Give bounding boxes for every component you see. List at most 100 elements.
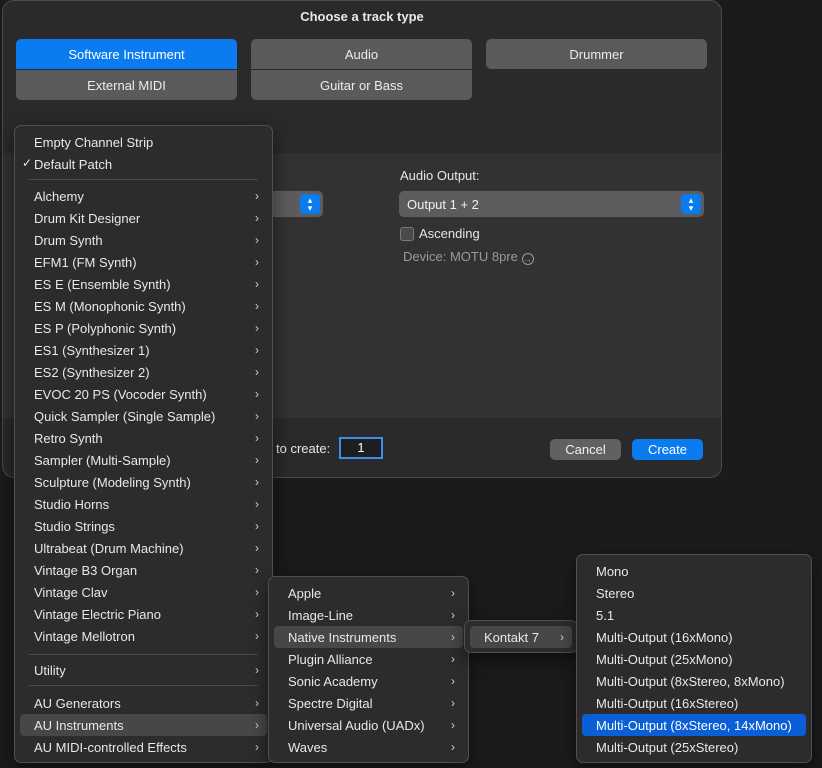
menu-item-label: Sonic Academy — [288, 673, 378, 689]
chevron-right-icon: › — [451, 608, 455, 622]
chevron-right-icon: › — [255, 663, 259, 677]
vendor-menu-item[interactable]: Universal Audio (UADx) › — [274, 714, 463, 736]
menu-item-label: Native Instruments — [288, 629, 397, 645]
instrument-menu-item[interactable]: ES P (Polyphonic Synth) › — [20, 317, 267, 339]
menu-item-kontakt-7[interactable]: Kontakt 7 › — [470, 626, 572, 648]
menu-item-label: Default Patch — [34, 156, 113, 172]
output-menu-item[interactable]: Multi-Output (8xStereo, 14xMono) — [582, 714, 806, 736]
instrument-menu-item[interactable]: Studio Horns › — [20, 493, 267, 515]
instrument-menu-item[interactable]: Vintage B3 Organ › — [20, 559, 267, 581]
vendor-menu-item[interactable]: Plugin Alliance › — [274, 648, 463, 670]
menu-item-label: Multi-Output (25xMono) — [596, 651, 733, 667]
menu-item-label: 5.1 — [596, 607, 615, 623]
guitar-bass-button[interactable]: Guitar or Bass — [251, 70, 472, 100]
instrument-menu-item[interactable]: ES E (Ensemble Synth) › — [20, 273, 267, 295]
chevron-right-icon: › — [255, 189, 259, 203]
chevron-right-icon: › — [255, 277, 259, 291]
menu-item-label: Ultrabeat (Drum Machine) — [34, 540, 184, 556]
chevron-right-icon: › — [255, 519, 259, 533]
instrument-menu-item[interactable]: Retro Synth › — [20, 427, 267, 449]
instrument-menu-item[interactable]: EFM1 (FM Synth) › — [20, 251, 267, 273]
vendor-menu-item[interactable]: Spectre Digital › — [274, 692, 463, 714]
output-menu-item[interactable]: Multi-Output (16xMono) — [582, 626, 806, 648]
vendor-menu-item[interactable]: Image-Line › — [274, 604, 463, 626]
audio-output-popup[interactable]: Output 1 + 2 ▴ ▾ — [399, 191, 704, 217]
chevron-right-icon: › — [255, 475, 259, 489]
output-menu-item[interactable]: Multi-Output (8xStereo, 8xMono) — [582, 670, 806, 692]
chevron-right-icon: › — [255, 299, 259, 313]
instrument-menu-item[interactable]: ES1 (Synthesizer 1) › — [20, 339, 267, 361]
menu-item-label: ES M (Monophonic Synth) — [34, 298, 186, 314]
instrument-menu-item[interactable]: EVOC 20 PS (Vocoder Synth) › — [20, 383, 267, 405]
chevron-right-icon: › — [255, 255, 259, 269]
chevron-right-icon: › — [255, 696, 259, 710]
drummer-button[interactable]: Drummer — [486, 39, 707, 69]
vendor-menu-item[interactable]: Native Instruments › — [274, 626, 463, 648]
output-menu-item[interactable]: Multi-Output (25xMono) — [582, 648, 806, 670]
menu-item-empty-channel-strip[interactable]: Empty Channel Strip — [20, 131, 267, 153]
instrument-menu-item[interactable]: Drum Kit Designer › — [20, 207, 267, 229]
output-menu-item[interactable]: Mono — [582, 560, 806, 582]
instrument-menu-item[interactable]: Quick Sampler (Single Sample) › — [20, 405, 267, 427]
instrument-menu-item[interactable]: Sculpture (Modeling Synth) › — [20, 471, 267, 493]
arrow-circle-icon[interactable]: → — [521, 253, 534, 265]
menu-item-label: Studio Horns — [34, 496, 110, 512]
audio-output-label: Audio Output: — [400, 168, 480, 183]
device-info: Device: MOTU 8pre → — [403, 249, 534, 265]
menu-item-au-instruments[interactable]: AU Instruments › — [20, 714, 267, 736]
chevron-right-icon: › — [255, 563, 259, 577]
software-instrument-button[interactable]: Software Instrument — [16, 39, 237, 69]
instrument-menu-item[interactable]: Vintage Mellotron › — [20, 625, 267, 647]
menu-item-label: Quick Sampler (Single Sample) — [34, 408, 216, 424]
menu-item-label: Drum Synth — [34, 232, 103, 248]
ascending-checkbox[interactable] — [400, 227, 414, 241]
create-count-field[interactable]: 1 — [339, 437, 383, 459]
chevron-right-icon: › — [255, 497, 259, 511]
vendor-menu-item[interactable]: Sonic Academy › — [274, 670, 463, 692]
chevron-right-icon: › — [255, 321, 259, 335]
menu-item-au-generators[interactable]: AU Generators › — [20, 692, 267, 714]
ascending-label: Ascending — [419, 226, 480, 241]
instrument-menu-item[interactable]: ES M (Monophonic Synth) › — [20, 295, 267, 317]
vendor-menu-item[interactable]: Waves › — [274, 736, 463, 758]
instrument-menu-item[interactable]: Studio Strings › — [20, 515, 267, 537]
menu-item-label: Multi-Output (16xMono) — [596, 629, 733, 645]
menu-item-label: Apple — [288, 585, 322, 601]
menu-item-label: Multi-Output (8xStereo, 14xMono) — [596, 717, 792, 733]
chevron-right-icon: › — [255, 211, 259, 225]
menu-item-label: Retro Synth — [34, 430, 103, 446]
menu-item-label: Waves — [288, 739, 328, 755]
instrument-menu-item[interactable]: Vintage Electric Piano › — [20, 603, 267, 625]
chevron-right-icon: › — [255, 740, 259, 754]
create-button[interactable]: Create — [632, 439, 703, 460]
native-instruments-menu: Kontakt 7 › — [464, 620, 578, 653]
vendor-menu-item[interactable]: Apple › — [274, 582, 463, 604]
menu-item-label: Spectre Digital — [288, 695, 373, 711]
output-menu-item[interactable]: Multi-Output (25xStereo) — [582, 736, 806, 758]
menu-item-label: Utility — [34, 662, 66, 678]
cancel-button[interactable]: Cancel — [550, 439, 621, 460]
audio-button[interactable]: Audio — [251, 39, 472, 69]
menu-item-au-midi-effects[interactable]: AU MIDI-controlled Effects › — [20, 736, 267, 758]
menu-item-label: Kontakt 7 — [484, 629, 539, 645]
output-menu-item[interactable]: Multi-Output (16xStereo) — [582, 692, 806, 714]
instrument-menu-item[interactable]: Drum Synth › — [20, 229, 267, 251]
menu-item-label: Alchemy — [34, 188, 84, 204]
menu-item-label: Sampler (Multi-Sample) — [34, 452, 171, 468]
instrument-menu-item[interactable]: Sampler (Multi-Sample) › — [20, 449, 267, 471]
menu-item-label: AU Generators — [34, 695, 121, 711]
instrument-menu-item[interactable]: Alchemy › — [20, 185, 267, 207]
chevron-right-icon: › — [255, 409, 259, 423]
chevron-right-icon: › — [451, 586, 455, 600]
create-count-label: to create: — [276, 441, 331, 456]
menu-item-utility[interactable]: Utility › — [20, 659, 267, 681]
output-menu-item[interactable]: Stereo — [582, 582, 806, 604]
instrument-menu-item[interactable]: Vintage Clav › — [20, 581, 267, 603]
chevron-right-icon: › — [255, 387, 259, 401]
instrument-menu-item[interactable]: ES2 (Synthesizer 2) › — [20, 361, 267, 383]
external-midi-button[interactable]: External MIDI — [16, 70, 237, 100]
output-menu-item[interactable]: 5.1 — [582, 604, 806, 626]
menu-item-default-patch[interactable]: ✓ Default Patch — [20, 153, 267, 175]
instrument-menu-item[interactable]: Ultrabeat (Drum Machine) › — [20, 537, 267, 559]
chevron-right-icon: › — [451, 652, 455, 666]
